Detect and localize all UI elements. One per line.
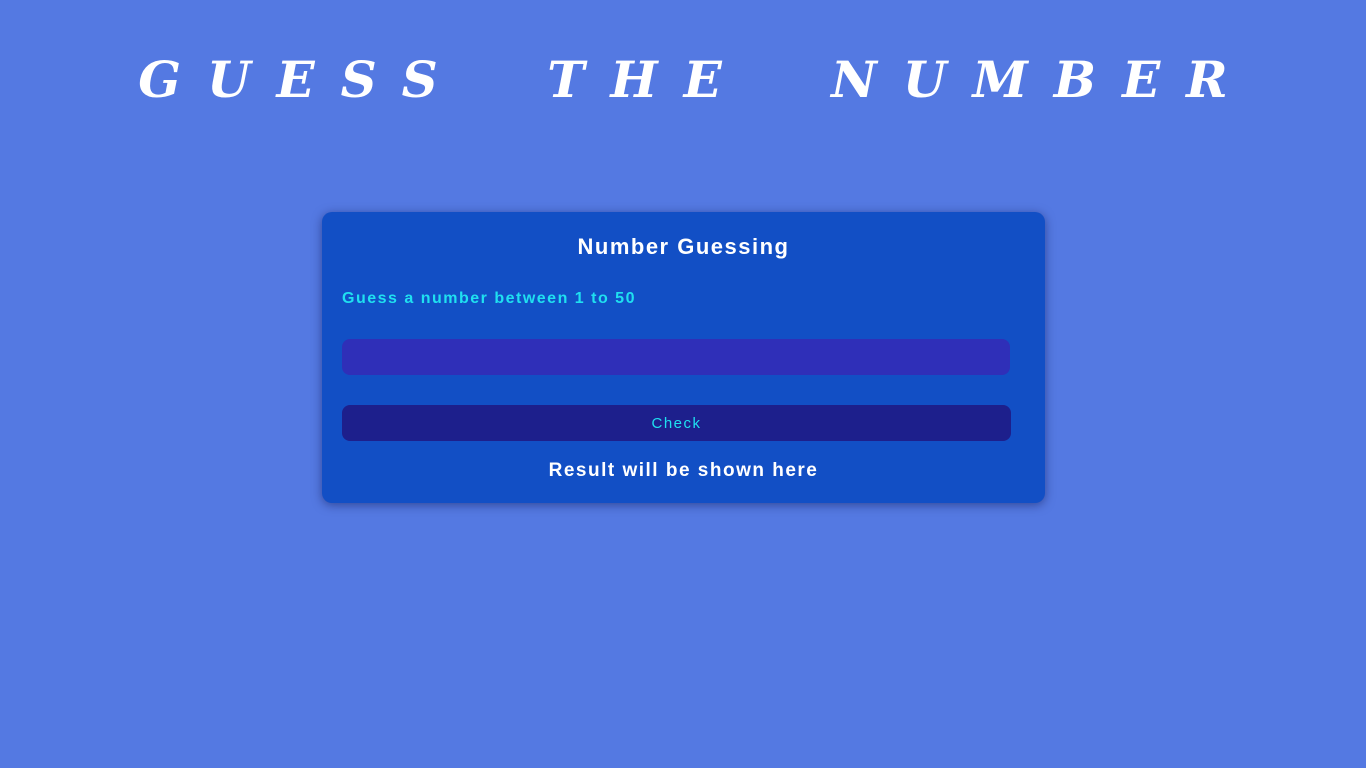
page: GUESS THE NUMBER Number Guessing Guess a… — [0, 0, 1366, 768]
guess-prompt: Guess a number between 1 to 50 — [342, 290, 636, 307]
card-title: Number Guessing — [577, 234, 790, 259]
check-button[interactable]: Check — [342, 405, 1011, 441]
guess-input[interactable] — [342, 339, 1010, 375]
guess-card: Number Guessing Guess a number between 1… — [322, 212, 1045, 503]
result-text: Result will be shown here — [548, 460, 819, 481]
page-title: GUESS THE NUMBER — [138, 50, 1254, 109]
